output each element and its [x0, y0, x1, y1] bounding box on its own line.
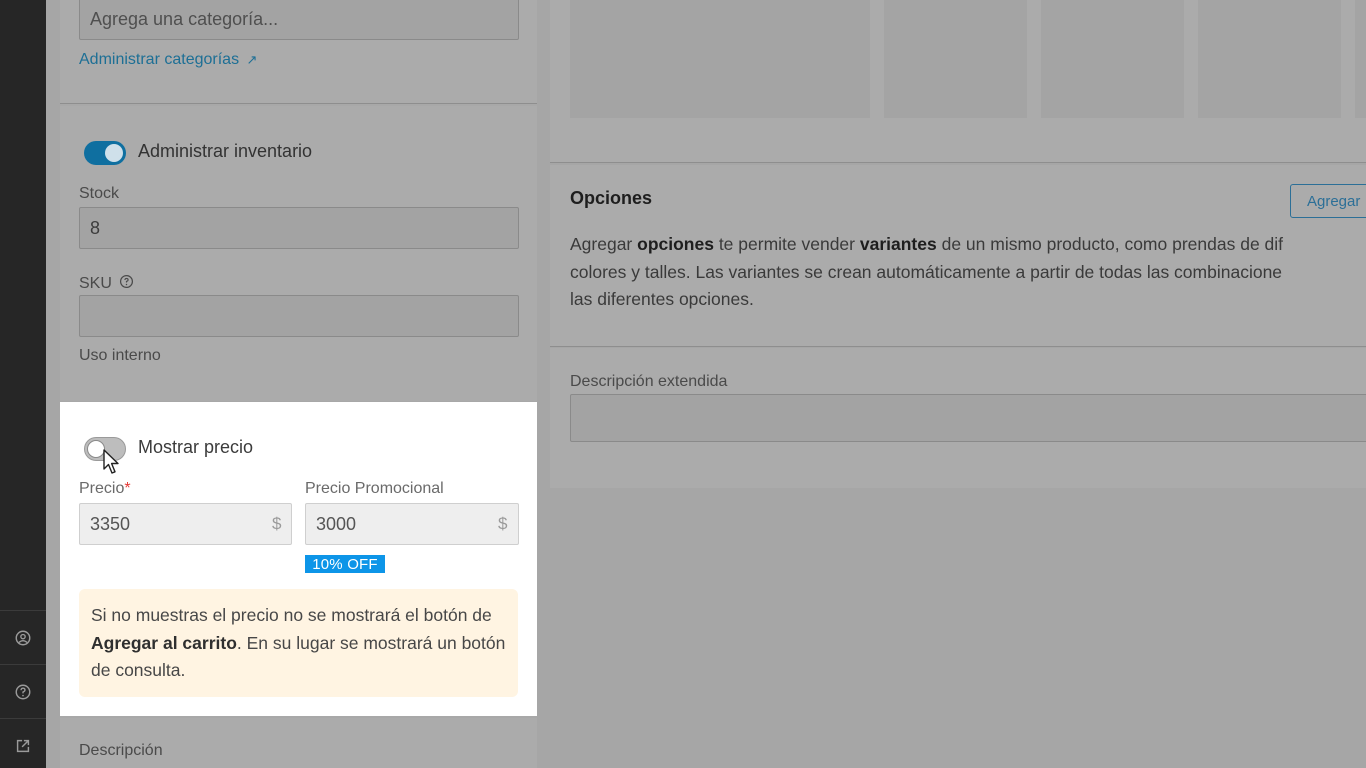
- options-text-part: te permite vender: [713, 234, 860, 254]
- notice-text-1: Si no muestras el precio no se mostrará …: [91, 605, 492, 625]
- image-slot-main[interactable]: [570, 0, 870, 118]
- manage-categories-link[interactable]: Administrar categorías ↗: [79, 51, 257, 69]
- help-circle-icon: [15, 684, 31, 699]
- product-images-card: [550, 0, 1366, 163]
- stock-value: 8: [90, 217, 101, 238]
- notice-bold-text: Agregar al carrito: [91, 632, 237, 653]
- extended-description-input[interactable]: [570, 394, 1366, 442]
- add-option-button[interactable]: Agregar: [1290, 184, 1366, 218]
- show-price-label: Mostrar precio: [138, 437, 254, 457]
- image-slot[interactable]: [1198, 0, 1341, 118]
- manage-inventory-toggle[interactable]: [84, 141, 126, 165]
- category-input-placeholder: Agrega una categoría...: [90, 8, 279, 29]
- description-label: Descripción: [79, 742, 163, 759]
- manage-categories-label: Administrar categorías: [79, 51, 240, 68]
- show-price-notice: Si no muestras el precio no se mostrará …: [79, 589, 518, 697]
- options-description-line-2: colores y talles. Las variantes se crean…: [570, 261, 1283, 282]
- sku-label-text: SKU: [79, 275, 112, 292]
- options-text-part: de un mismo producto, como prendas de di…: [936, 234, 1284, 254]
- discount-badge: 10% OFF: [305, 555, 385, 573]
- price-label: Precio*: [79, 480, 131, 498]
- question-circle-icon[interactable]: [119, 274, 134, 289]
- sku-input[interactable]: [79, 295, 519, 337]
- image-slot[interactable]: [1041, 0, 1184, 118]
- options-description: Agregar opciones te permite vender varia…: [570, 231, 1366, 314]
- promo-price-value: 3000: [316, 513, 357, 534]
- category-input[interactable]: Agrega una categoría...: [79, 0, 519, 40]
- account-button[interactable]: [0, 610, 46, 664]
- options-text-part: Agregar: [570, 234, 638, 254]
- options-title: Opciones: [570, 188, 653, 208]
- variants-bold-word: variantes: [859, 234, 937, 254]
- app-sidebar-rail: [0, 0, 46, 768]
- stock-input[interactable]: 8: [79, 207, 519, 249]
- required-mark: *: [124, 480, 131, 497]
- options-description-line-3: las diferentes opciones.: [570, 289, 754, 309]
- price-currency: $: [272, 514, 282, 533]
- external-arrow-icon: ↗: [246, 52, 258, 67]
- options-bold-word: opciones: [637, 234, 714, 254]
- open-store-button[interactable]: [0, 718, 46, 768]
- mouse-cursor-icon: [103, 449, 119, 474]
- manage-inventory-label: Administrar inventario: [138, 141, 313, 161]
- help-button[interactable]: [0, 664, 46, 718]
- options-description-line-1: Agregar opciones te permite vender varia…: [570, 231, 1366, 259]
- extended-description-card: Descripción extendida: [550, 348, 1366, 488]
- options-card: Opciones Agregar Agregar opciones te per…: [550, 165, 1366, 347]
- promo-price-currency: $: [498, 514, 508, 533]
- account-circle-icon: [15, 630, 31, 645]
- open-external-icon: [16, 739, 30, 752]
- sku-label: SKU: [79, 274, 134, 293]
- price-label-text: Precio: [79, 480, 125, 497]
- image-slot[interactable]: [1355, 0, 1366, 118]
- stock-label: Stock: [79, 185, 120, 202]
- sku-hint: Uso interno: [79, 347, 161, 364]
- image-slot[interactable]: [884, 0, 1027, 118]
- promo-price-label: Precio Promocional: [305, 480, 444, 497]
- price-value: 3350: [90, 513, 131, 534]
- price-input[interactable]: 3350: [79, 503, 292, 545]
- promo-price-input[interactable]: 3000: [305, 503, 519, 545]
- extended-description-label: Descripción extendida: [570, 373, 728, 390]
